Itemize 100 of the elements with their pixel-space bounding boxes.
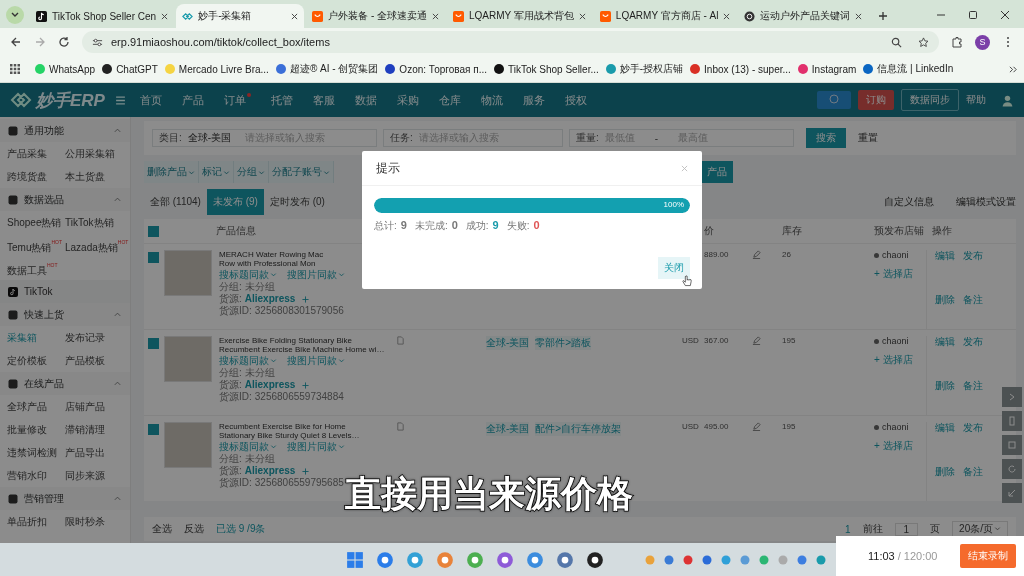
row-action-link[interactable]: 备注 [963, 379, 991, 415]
order-button[interactable]: 订购 [858, 90, 894, 110]
browser-tab[interactable]: LQARMY 军用战术背包 [447, 4, 592, 28]
search-image-link[interactable]: 搜图片同款 [287, 269, 345, 281]
arrow-tool-button[interactable] [1002, 387, 1022, 407]
nav-item[interactable]: 客服 [312, 92, 335, 108]
sidebar-item[interactable]: 采集箱 [7, 326, 65, 349]
tab-list-icon[interactable] [6, 6, 24, 24]
row-action-link[interactable]: 删除 [935, 293, 963, 329]
tray-icon[interactable] [645, 554, 655, 565]
close-button[interactable]: 关闭 [658, 257, 690, 279]
row-action-link[interactable]: 删除 [935, 379, 963, 415]
tray-icon[interactable] [664, 554, 674, 565]
bookmark[interactable]: ChatGPT [102, 63, 158, 75]
nav-item[interactable]: 授权 [564, 92, 587, 108]
nav-item[interactable]: 服务 [522, 92, 545, 108]
source-link[interactable]: Aliexpress [244, 293, 296, 305]
start-icon[interactable] [346, 550, 364, 569]
document-icon[interactable] [396, 422, 405, 431]
collapse-tool-button[interactable] [1002, 483, 1022, 503]
extensions-icon[interactable] [951, 36, 963, 48]
bookmark[interactable]: TikTok Shop Seller... [493, 63, 599, 75]
tray-icon[interactable] [816, 554, 826, 565]
reset-button[interactable]: 重置 [852, 130, 884, 146]
address-field[interactable]: erp.91miaoshou.com/tiktok/collect_box/items [82, 31, 939, 53]
close-icon[interactable] [578, 12, 586, 20]
tray-icon[interactable] [721, 554, 731, 565]
more-bookmarks-icon[interactable] [1009, 64, 1018, 74]
maximize-icon[interactable] [968, 10, 978, 20]
save-tool-button[interactable] [1002, 435, 1022, 455]
sidebar-item[interactable]: 全球产品 [7, 395, 65, 418]
sidebar-item[interactable]: Shopee热销 [7, 211, 65, 234]
sidebar-item[interactable]: TikTok热销 [65, 211, 130, 234]
action-dropdown[interactable]: 分组 [234, 161, 269, 183]
document-icon[interactable] [396, 336, 405, 345]
bookmark[interactable]: Mercado Livre Bra... [164, 63, 269, 75]
nav-item[interactable]: 首页 [139, 92, 162, 108]
search-image-link[interactable]: 搜图片同款 [287, 441, 345, 453]
bookmark[interactable]: 超迹® AI - 创贸集团 [275, 62, 379, 76]
row-action-link[interactable]: 备注 [963, 293, 991, 329]
select-shop-link[interactable]: + 选择店 [874, 268, 926, 280]
nav-item[interactable]: 托管 [270, 92, 293, 108]
product-title[interactable]: Recumbent Exercise Bike for Home [219, 422, 396, 431]
row-action-link[interactable]: 发布 [963, 336, 991, 372]
tray-icon[interactable] [683, 554, 693, 565]
nav-item[interactable]: 订单 [223, 92, 251, 108]
sidebar-item[interactable]: 发布记录 [65, 326, 130, 349]
status-tab[interactable]: 未发布 (9) [206, 189, 264, 215]
source-link[interactable]: Aliexpress [244, 379, 296, 391]
sidebar-item[interactable]: Lazada热销$^{HOT}$ [65, 234, 130, 257]
action-dropdown[interactable]: 标记 [199, 161, 234, 183]
close-icon[interactable] [161, 12, 169, 20]
browser-tab[interactable]: 运动户外产品关键词 [738, 4, 869, 28]
close-icon[interactable] [723, 12, 731, 20]
action-dropdown[interactable]: 删除产品 [144, 161, 199, 183]
search-title-link[interactable]: 搜标题同款 [219, 441, 277, 453]
caret-icon[interactable] [113, 310, 122, 319]
caret-icon[interactable] [113, 379, 122, 388]
nav-item[interactable]: 数据 [354, 92, 377, 108]
row-action-link[interactable]: 发布 [963, 250, 991, 286]
sidebar-item[interactable]: 产品采集 [7, 142, 65, 165]
search-title-link[interactable]: 搜标题同款 [219, 355, 277, 367]
phone-tool-button[interactable] [1002, 411, 1022, 431]
row-action-link[interactable]: 备注 [963, 465, 991, 501]
sidebar-item[interactable]: 限时秒杀 [65, 510, 130, 533]
edit-mode-link[interactable]: 编辑模式设置 [956, 195, 1016, 209]
search-title-link[interactable]: 搜标题同款 [219, 269, 277, 281]
profile-avatar[interactable]: S [975, 34, 990, 50]
sidebar-item[interactable]: 同步来源 [65, 464, 130, 487]
back-icon[interactable] [10, 36, 22, 48]
row-action-link[interactable]: 编辑 [935, 422, 963, 458]
close-icon[interactable] [291, 12, 299, 20]
site-settings-icon[interactable] [92, 36, 103, 48]
apps-grid-icon[interactable] [10, 64, 20, 74]
add-icon[interactable] [302, 381, 310, 389]
sidebar-item[interactable]: 公用采集箱 [65, 142, 130, 165]
nav-item[interactable]: 采购 [396, 92, 419, 108]
sync-button[interactable]: 数据同步 [901, 89, 959, 111]
page-number[interactable]: 1 [844, 523, 851, 535]
bookmark[interactable]: WhatsApp [35, 63, 96, 75]
source-link[interactable]: Aliexpress [244, 465, 296, 477]
tray-icon[interactable] [797, 554, 807, 565]
product-button[interactable]: 产品 [701, 161, 733, 183]
sidebar-item[interactable]: 滞销清理 [65, 418, 130, 441]
add-icon[interactable] [302, 295, 310, 303]
sidebar-item[interactable]: 本土货盘 [65, 165, 130, 188]
sidebar-item[interactable]: 营销水印 [7, 464, 65, 487]
product-title[interactable]: Exercise Bike Folding Stationary Bike [219, 336, 396, 345]
nav-item[interactable]: 仓库 [438, 92, 461, 108]
browser-tab[interactable]: 妙手-采集箱 [176, 4, 305, 28]
status-tab[interactable]: 全部 (1104) [144, 189, 207, 215]
tray-icon[interactable] [778, 554, 788, 565]
row-action-link[interactable]: 编辑 [935, 250, 963, 286]
nav-item[interactable]: 物流 [480, 92, 503, 108]
row-action-link[interactable]: 删除 [935, 465, 963, 501]
sidebar-item[interactable]: 产品导出 [65, 441, 130, 464]
browser-tab[interactable]: LQARMY 官方商店 - Al [593, 4, 737, 28]
stop-recording-button[interactable]: 结束录制 [960, 544, 1016, 568]
row-action-link[interactable]: 编辑 [935, 336, 963, 372]
product-title[interactable]: Recumbent Exercise Bike Machine Home wi… [219, 345, 396, 354]
